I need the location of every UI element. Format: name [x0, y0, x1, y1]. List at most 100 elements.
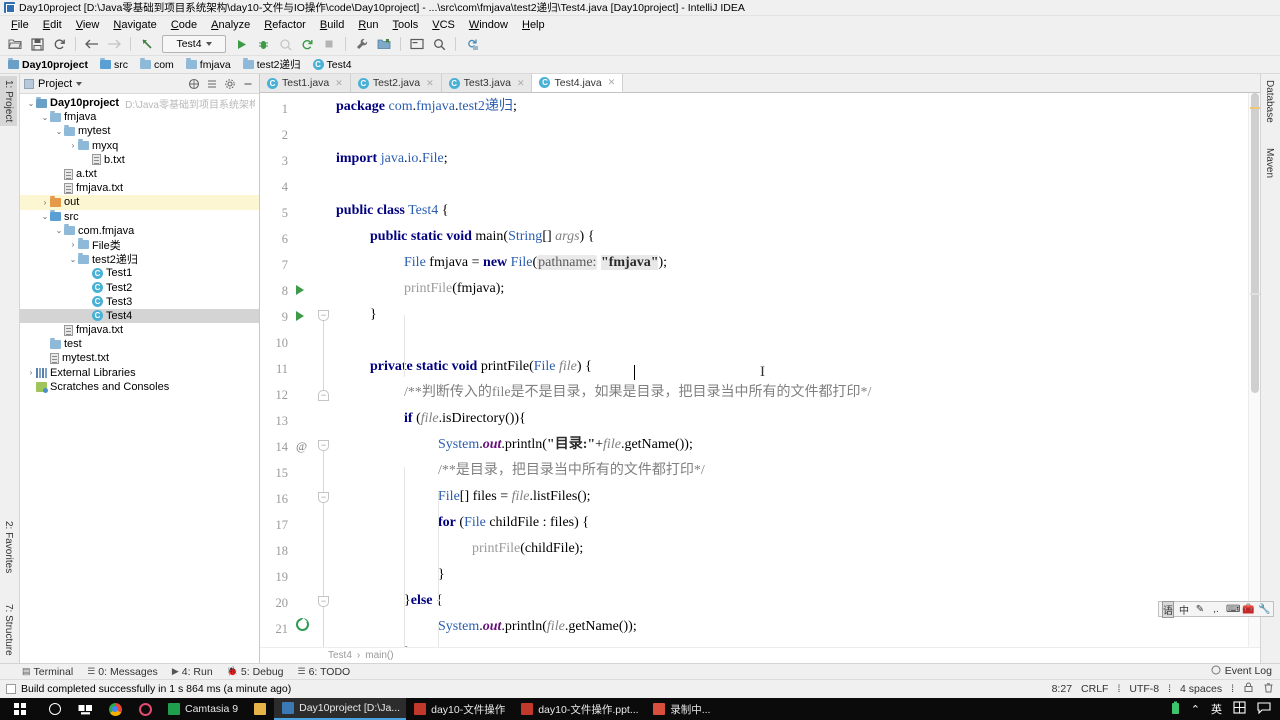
- search-icon[interactable]: [130, 698, 160, 720]
- notification-icon[interactable]: [1257, 701, 1271, 717]
- ime-lang-icon[interactable]: 英: [1211, 701, 1222, 717]
- breadcrumb-class[interactable]: Test4: [328, 650, 352, 661]
- tool-window-button-favorites[interactable]: 2: Favorites: [0, 517, 17, 577]
- menu-item-help[interactable]: Help: [515, 18, 552, 32]
- file-encoding[interactable]: UTF-8: [1129, 683, 1159, 695]
- project-panel-title-group[interactable]: Project: [24, 78, 183, 90]
- tree-node-file-[interactable]: › File类: [20, 238, 259, 252]
- collapse-all-icon[interactable]: [205, 77, 219, 91]
- tree-expand-arrow-icon[interactable]: ⌄: [54, 127, 64, 136]
- close-icon[interactable]: ✕: [608, 77, 616, 88]
- navbar-item-3[interactable]: fmjava: [183, 58, 234, 71]
- tree-expand-arrow-icon[interactable]: ⌄: [40, 212, 50, 221]
- run-icon[interactable]: [231, 35, 251, 54]
- annotation-gutter-icon[interactable]: @: [296, 439, 307, 454]
- navigation-bar[interactable]: Day10project src com fmjava test2递归 C Test4: [0, 56, 1280, 74]
- tool-window-button-project[interactable]: 1: Project: [0, 76, 17, 127]
- menu-item-code[interactable]: Code: [164, 18, 204, 32]
- tree-node-b-txt[interactable]: b.txt: [20, 153, 259, 167]
- run-class-gutter-icon[interactable]: [296, 285, 304, 295]
- menu-item-view[interactable]: View: [69, 18, 107, 32]
- code-line-22[interactable]: }: [404, 646, 411, 648]
- bottom-tool-terminal[interactable]: ▤ Terminal: [22, 666, 73, 678]
- task-view-icon[interactable]: [70, 698, 100, 720]
- tree-node-mytest-txt[interactable]: mytest.txt: [20, 351, 259, 365]
- taskbar-item-0[interactable]: Camtasia 9: [160, 698, 246, 720]
- tool-window-button-structure[interactable]: 7: Structure: [0, 600, 17, 660]
- code-line-8[interactable]: printFile(fmjava);: [404, 282, 504, 296]
- tree-expand-arrow-icon[interactable]: ›: [68, 141, 78, 150]
- indent-size[interactable]: 4 spaces: [1180, 683, 1222, 695]
- scrollbar-thumb[interactable]: [1251, 93, 1259, 393]
- ime-panel-icon[interactable]: [1233, 701, 1246, 717]
- forward-arrow-icon[interactable]: [104, 35, 124, 54]
- taskbar-item-5[interactable]: 录制中...: [645, 698, 718, 720]
- ime-chinese-label[interactable]: 中: [1178, 602, 1190, 617]
- keyboard-icon[interactable]: ⌨: [1226, 604, 1240, 615]
- fold-marker-collapse[interactable]: −: [318, 596, 329, 607]
- tool-window-button-database[interactable]: Database: [1261, 76, 1278, 127]
- tree-expand-arrow-icon[interactable]: ⌄: [54, 226, 64, 235]
- toolbox-icon[interactable]: 🧰: [1242, 604, 1254, 615]
- caret-position[interactable]: 8:27: [1052, 683, 1072, 695]
- tree-expand-arrow-icon[interactable]: ›: [40, 198, 50, 207]
- menu-item-refactor[interactable]: Refactor: [257, 18, 313, 32]
- bottom-tool-0--messages[interactable]: ☰ 0: Messages: [87, 666, 158, 678]
- code-line-15[interactable]: /**是目录，把目录当中所有的文件都打印*/: [438, 464, 705, 478]
- menu-item-build[interactable]: Build: [313, 18, 351, 32]
- ime-floating-bar[interactable]: 语 中 ✎ ,. ⌨ 🧰 🔧: [1158, 600, 1274, 618]
- code-text-area[interactable]: I package com.fmjava.test2递归; import java…: [332, 93, 1248, 647]
- tree-node-fmjava-txt[interactable]: fmjava.txt: [20, 323, 259, 337]
- menu-item-run[interactable]: Run: [351, 18, 385, 32]
- tree-expand-arrow-icon[interactable]: ›: [68, 240, 78, 249]
- close-icon[interactable]: ✕: [335, 78, 343, 89]
- code-line-21[interactable]: System.out.println(file.getName());: [438, 620, 637, 634]
- fold-marker-collapse[interactable]: −: [318, 440, 329, 451]
- undo-icon[interactable]: [137, 35, 157, 54]
- navbar-item-4[interactable]: test2递归: [240, 57, 304, 72]
- tree-node-src[interactable]: ⌄ src: [20, 210, 259, 224]
- event-log-button[interactable]: Event Log: [1211, 663, 1272, 679]
- navbar-item-2[interactable]: com: [137, 58, 177, 71]
- tree-node-a-txt[interactable]: a.txt: [20, 167, 259, 181]
- tree-node-test[interactable]: test: [20, 337, 259, 351]
- coverage-icon[interactable]: [275, 35, 295, 54]
- sync-icon[interactable]: [49, 35, 69, 54]
- editor-tab-test4-java[interactable]: C Test4.java ✕: [532, 74, 624, 92]
- menu-item-window[interactable]: Window: [462, 18, 515, 32]
- code-line-5[interactable]: public class Test4 {: [336, 204, 448, 218]
- tool-window-button-maven[interactable]: Maven: [1261, 144, 1278, 182]
- code-line-17[interactable]: for (File childFile : files) {: [438, 516, 589, 530]
- tree-node-test4[interactable]: C Test4: [20, 308, 259, 323]
- cortana-circle-icon[interactable]: [40, 698, 70, 720]
- close-icon[interactable]: ✕: [517, 78, 525, 89]
- recursive-call-gutter-icon[interactable]: [296, 618, 309, 631]
- windows-start-icon[interactable]: [0, 698, 40, 720]
- settings-icon[interactable]: 🔧: [1258, 604, 1270, 615]
- editor-tab-test1-java[interactable]: C Test1.java ✕: [260, 74, 351, 92]
- tree-node-day10project[interactable]: ⌄ Day10project D:\Java零基础到项目系统架构\day10-文: [20, 96, 259, 111]
- taskbar-item-2[interactable]: Day10project [D:\Ja...: [274, 698, 407, 720]
- navbar-item-0[interactable]: Day10project: [5, 58, 91, 71]
- settings-sync-icon[interactable]: [462, 35, 482, 54]
- battery-icon[interactable]: [1171, 701, 1180, 718]
- tree-node-mytest[interactable]: ⌄ mytest: [20, 124, 259, 138]
- tree-node-scratches-and-consoles[interactable]: Scratches and Consoles: [20, 380, 259, 394]
- code-line-16[interactable]: File[] files = file.listFiles();: [438, 490, 591, 504]
- close-icon[interactable]: ✕: [426, 78, 434, 89]
- chevron-down-icon[interactable]: [76, 81, 83, 86]
- code-line-1[interactable]: package com.fmjava.test2递归;: [336, 100, 517, 114]
- tree-node-test2--[interactable]: ⌄ test2递归: [20, 252, 259, 266]
- menu-item-analyze[interactable]: Analyze: [204, 18, 257, 32]
- run-method-gutter-icon[interactable]: [296, 311, 304, 321]
- back-arrow-icon[interactable]: [82, 35, 102, 54]
- code-line-14[interactable]: System.out.println("目录:"+file.getName())…: [438, 438, 693, 452]
- toggle-tool-window-icon[interactable]: [407, 35, 427, 54]
- menu-item-vcs[interactable]: VCS: [425, 18, 462, 32]
- bottom-tool-6--todo[interactable]: ☰ 6: TODO: [298, 666, 351, 678]
- menu-item-file[interactable]: File: [4, 18, 36, 32]
- code-line-7[interactable]: File fmjava = new File(pathname: "fmjava…: [404, 255, 667, 270]
- menu-item-navigate[interactable]: Navigate: [106, 18, 163, 32]
- tree-node-external-libraries[interactable]: › External Libraries: [20, 366, 259, 380]
- taskbar-item-4[interactable]: day10-文件操作.ppt...: [513, 698, 645, 720]
